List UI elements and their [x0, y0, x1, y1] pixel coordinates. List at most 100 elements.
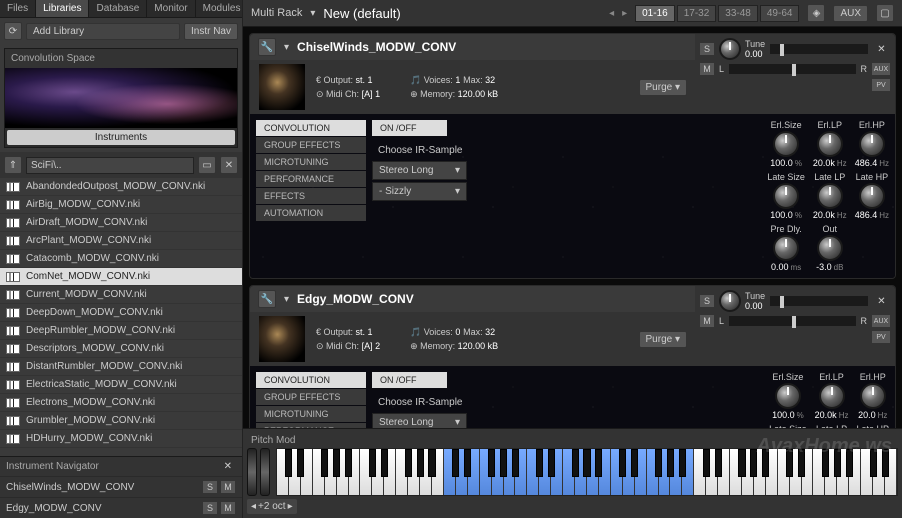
- pan-slider[interactable]: [728, 63, 856, 75]
- conv-preview-image[interactable]: [5, 68, 237, 128]
- list-item[interactable]: Current_MODW_CONV.nki: [0, 286, 242, 304]
- instrument-close-icon[interactable]: ✕: [873, 296, 889, 307]
- knob-erllp[interactable]: [819, 383, 845, 409]
- list-item[interactable]: AirDraft_MODW_CONV.nki: [0, 214, 242, 232]
- refresh-icon[interactable]: ⟳: [4, 22, 22, 40]
- view-mode-icon[interactable]: ▭: [198, 156, 216, 174]
- solo-button[interactable]: S: [202, 501, 218, 515]
- solo-button[interactable]: S: [699, 42, 715, 56]
- tab-libraries[interactable]: Libraries: [36, 0, 89, 17]
- knob-erlhp[interactable]: [860, 383, 886, 409]
- preset-dropdown[interactable]: - Sizzly▾: [372, 182, 467, 201]
- black-key[interactable]: [738, 449, 745, 477]
- black-key[interactable]: [285, 449, 292, 477]
- mute-button[interactable]: M: [220, 501, 236, 515]
- black-key[interactable]: [417, 449, 424, 477]
- knob-erllp[interactable]: [817, 131, 843, 157]
- stereo-dropdown[interactable]: Stereo Long▾: [372, 413, 467, 428]
- knob-out[interactable]: [817, 235, 843, 261]
- knob-latesize[interactable]: [773, 183, 799, 209]
- purge-button[interactable]: Purge ▾: [639, 331, 687, 348]
- next-preset-icon[interactable]: ▸: [622, 8, 627, 19]
- instr-nav-button[interactable]: Instr Nav: [184, 23, 238, 40]
- sub-tab-performance[interactable]: PERFORMANCE: [256, 171, 366, 187]
- octave-control[interactable]: ◂ +2 oct ▸: [247, 499, 297, 514]
- black-key[interactable]: [297, 449, 304, 477]
- black-key[interactable]: [345, 449, 352, 477]
- black-key[interactable]: [381, 449, 388, 477]
- sub-tab-microtuning[interactable]: MICROTUNING: [256, 406, 366, 422]
- black-key[interactable]: [405, 449, 412, 477]
- mod-wheel[interactable]: [260, 448, 270, 496]
- list-item[interactable]: AbandondedOutpost_MODW_CONV.nki: [0, 178, 242, 196]
- list-item[interactable]: HDHurry_MODW_CONV.nki: [0, 430, 242, 448]
- list-item[interactable]: Catacomb_MODW_CONV.nki: [0, 250, 242, 268]
- kontakt-logo-icon[interactable]: ◈: [807, 4, 825, 22]
- wrench-icon[interactable]: 🔧: [258, 38, 276, 56]
- black-key[interactable]: [488, 449, 495, 477]
- black-key[interactable]: [619, 449, 626, 477]
- nav-item[interactable]: ChiselWinds_MODW_CONVSM: [0, 476, 242, 497]
- knob-erlsize[interactable]: [773, 131, 799, 157]
- volume-slider[interactable]: [769, 43, 869, 55]
- nav-item[interactable]: Edgy_MODW_CONVSM: [0, 497, 242, 518]
- minimize-icon[interactable]: ▢: [876, 4, 894, 22]
- path-input[interactable]: SciFi\..: [26, 157, 194, 174]
- sub-tab-effects[interactable]: EFFECTS: [256, 188, 366, 204]
- aux-button[interactable]: AUX: [871, 314, 891, 328]
- pan-slider[interactable]: [728, 315, 856, 327]
- tune-knob[interactable]: [719, 290, 741, 312]
- sub-tab-microtuning[interactable]: MICROTUNING: [256, 154, 366, 170]
- sub-tab-convolution[interactable]: CONVOLUTION: [256, 372, 366, 388]
- black-key[interactable]: [428, 449, 435, 477]
- black-key[interactable]: [369, 449, 376, 477]
- navigator-close-icon[interactable]: ✕: [220, 461, 236, 472]
- volume-slider[interactable]: [769, 295, 869, 307]
- list-item[interactable]: Grumbler_MODW_CONV.nki: [0, 412, 242, 430]
- black-key[interactable]: [321, 449, 328, 477]
- preset-name[interactable]: New (default): [323, 6, 601, 21]
- wrench-icon[interactable]: 🔧: [258, 290, 276, 308]
- list-item[interactable]: Electrons_MODW_CONV.nki: [0, 394, 242, 412]
- mute-button[interactable]: M: [220, 480, 236, 494]
- knob-latehp[interactable]: [859, 183, 885, 209]
- page-tab[interactable]: 01-16: [635, 5, 675, 22]
- sub-tab-group-effects[interactable]: GROUP EFFECTS: [256, 389, 366, 405]
- sub-tab-group-effects[interactable]: GROUP EFFECTS: [256, 137, 366, 153]
- mute-button[interactable]: M: [699, 62, 715, 76]
- list-item[interactable]: Descriptors_MODW_CONV.nki: [0, 340, 242, 358]
- purge-button[interactable]: Purge ▾: [639, 79, 687, 96]
- black-key[interactable]: [548, 449, 555, 477]
- black-key[interactable]: [595, 449, 602, 477]
- up-folder-icon[interactable]: ⇑: [4, 156, 22, 174]
- knob-erlsize[interactable]: [775, 383, 801, 409]
- knob-latelp[interactable]: [817, 183, 843, 209]
- black-key[interactable]: [703, 449, 710, 477]
- black-key[interactable]: [512, 449, 519, 477]
- stereo-dropdown[interactable]: Stereo Long▾: [372, 161, 467, 180]
- page-tab[interactable]: 17-32: [677, 5, 717, 22]
- page-tab[interactable]: 49-64: [760, 5, 800, 22]
- black-key[interactable]: [715, 449, 722, 477]
- knob-erlhp[interactable]: [859, 131, 885, 157]
- black-key[interactable]: [500, 449, 507, 477]
- onoff-button[interactable]: ON /OFF: [372, 372, 447, 388]
- black-key[interactable]: [572, 449, 579, 477]
- list-item[interactable]: ComNet_MODW_CONV.nki: [0, 268, 242, 286]
- black-key[interactable]: [667, 449, 674, 477]
- black-key[interactable]: [631, 449, 638, 477]
- list-item[interactable]: ElectricaStatic_MODW_CONV.nki: [0, 376, 242, 394]
- page-tab[interactable]: 33-48: [718, 5, 758, 22]
- list-item[interactable]: AirBig_MODW_CONV.nki: [0, 196, 242, 214]
- black-key[interactable]: [452, 449, 459, 477]
- collapse-icon[interactable]: ▾: [284, 42, 289, 53]
- pitch-wheel[interactable]: [247, 448, 257, 496]
- list-item[interactable]: ArcPlant_MODW_CONV.nki: [0, 232, 242, 250]
- black-key[interactable]: [333, 449, 340, 477]
- tab-database[interactable]: Database: [89, 0, 147, 17]
- tab-monitor[interactable]: Monitor: [147, 0, 195, 17]
- black-key[interactable]: [655, 449, 662, 477]
- oct-down-icon[interactable]: ◂: [251, 501, 256, 512]
- pv-button[interactable]: PV: [871, 78, 891, 92]
- sub-tab-automation[interactable]: AUTOMATION: [256, 205, 366, 221]
